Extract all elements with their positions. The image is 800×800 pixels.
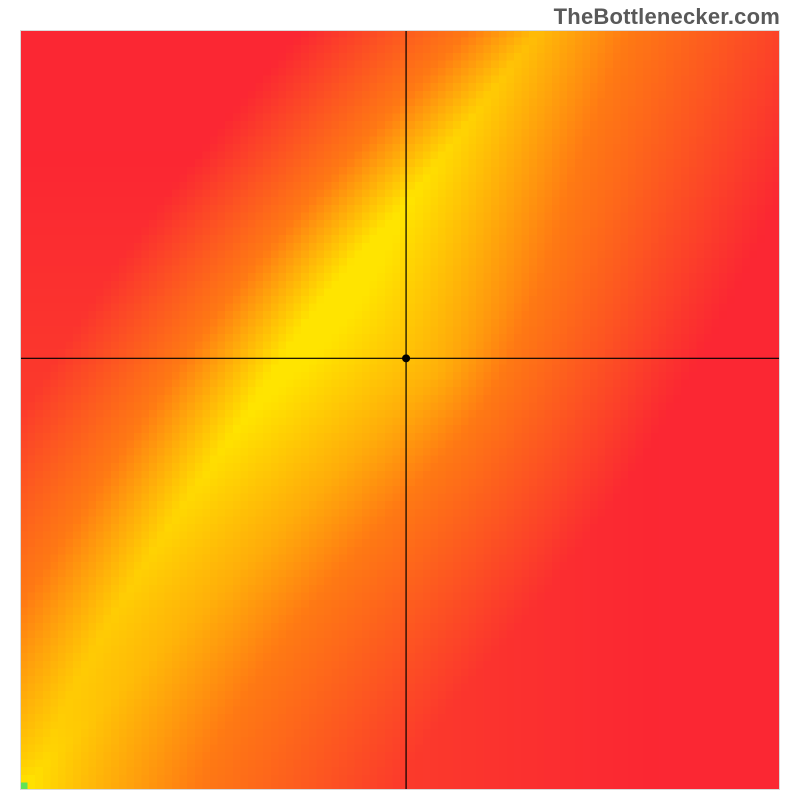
watermark-text: TheBottlenecker.com [554, 4, 780, 30]
chart-container: TheBottlenecker.com [0, 0, 800, 800]
bottleneck-heatmap [20, 30, 780, 790]
